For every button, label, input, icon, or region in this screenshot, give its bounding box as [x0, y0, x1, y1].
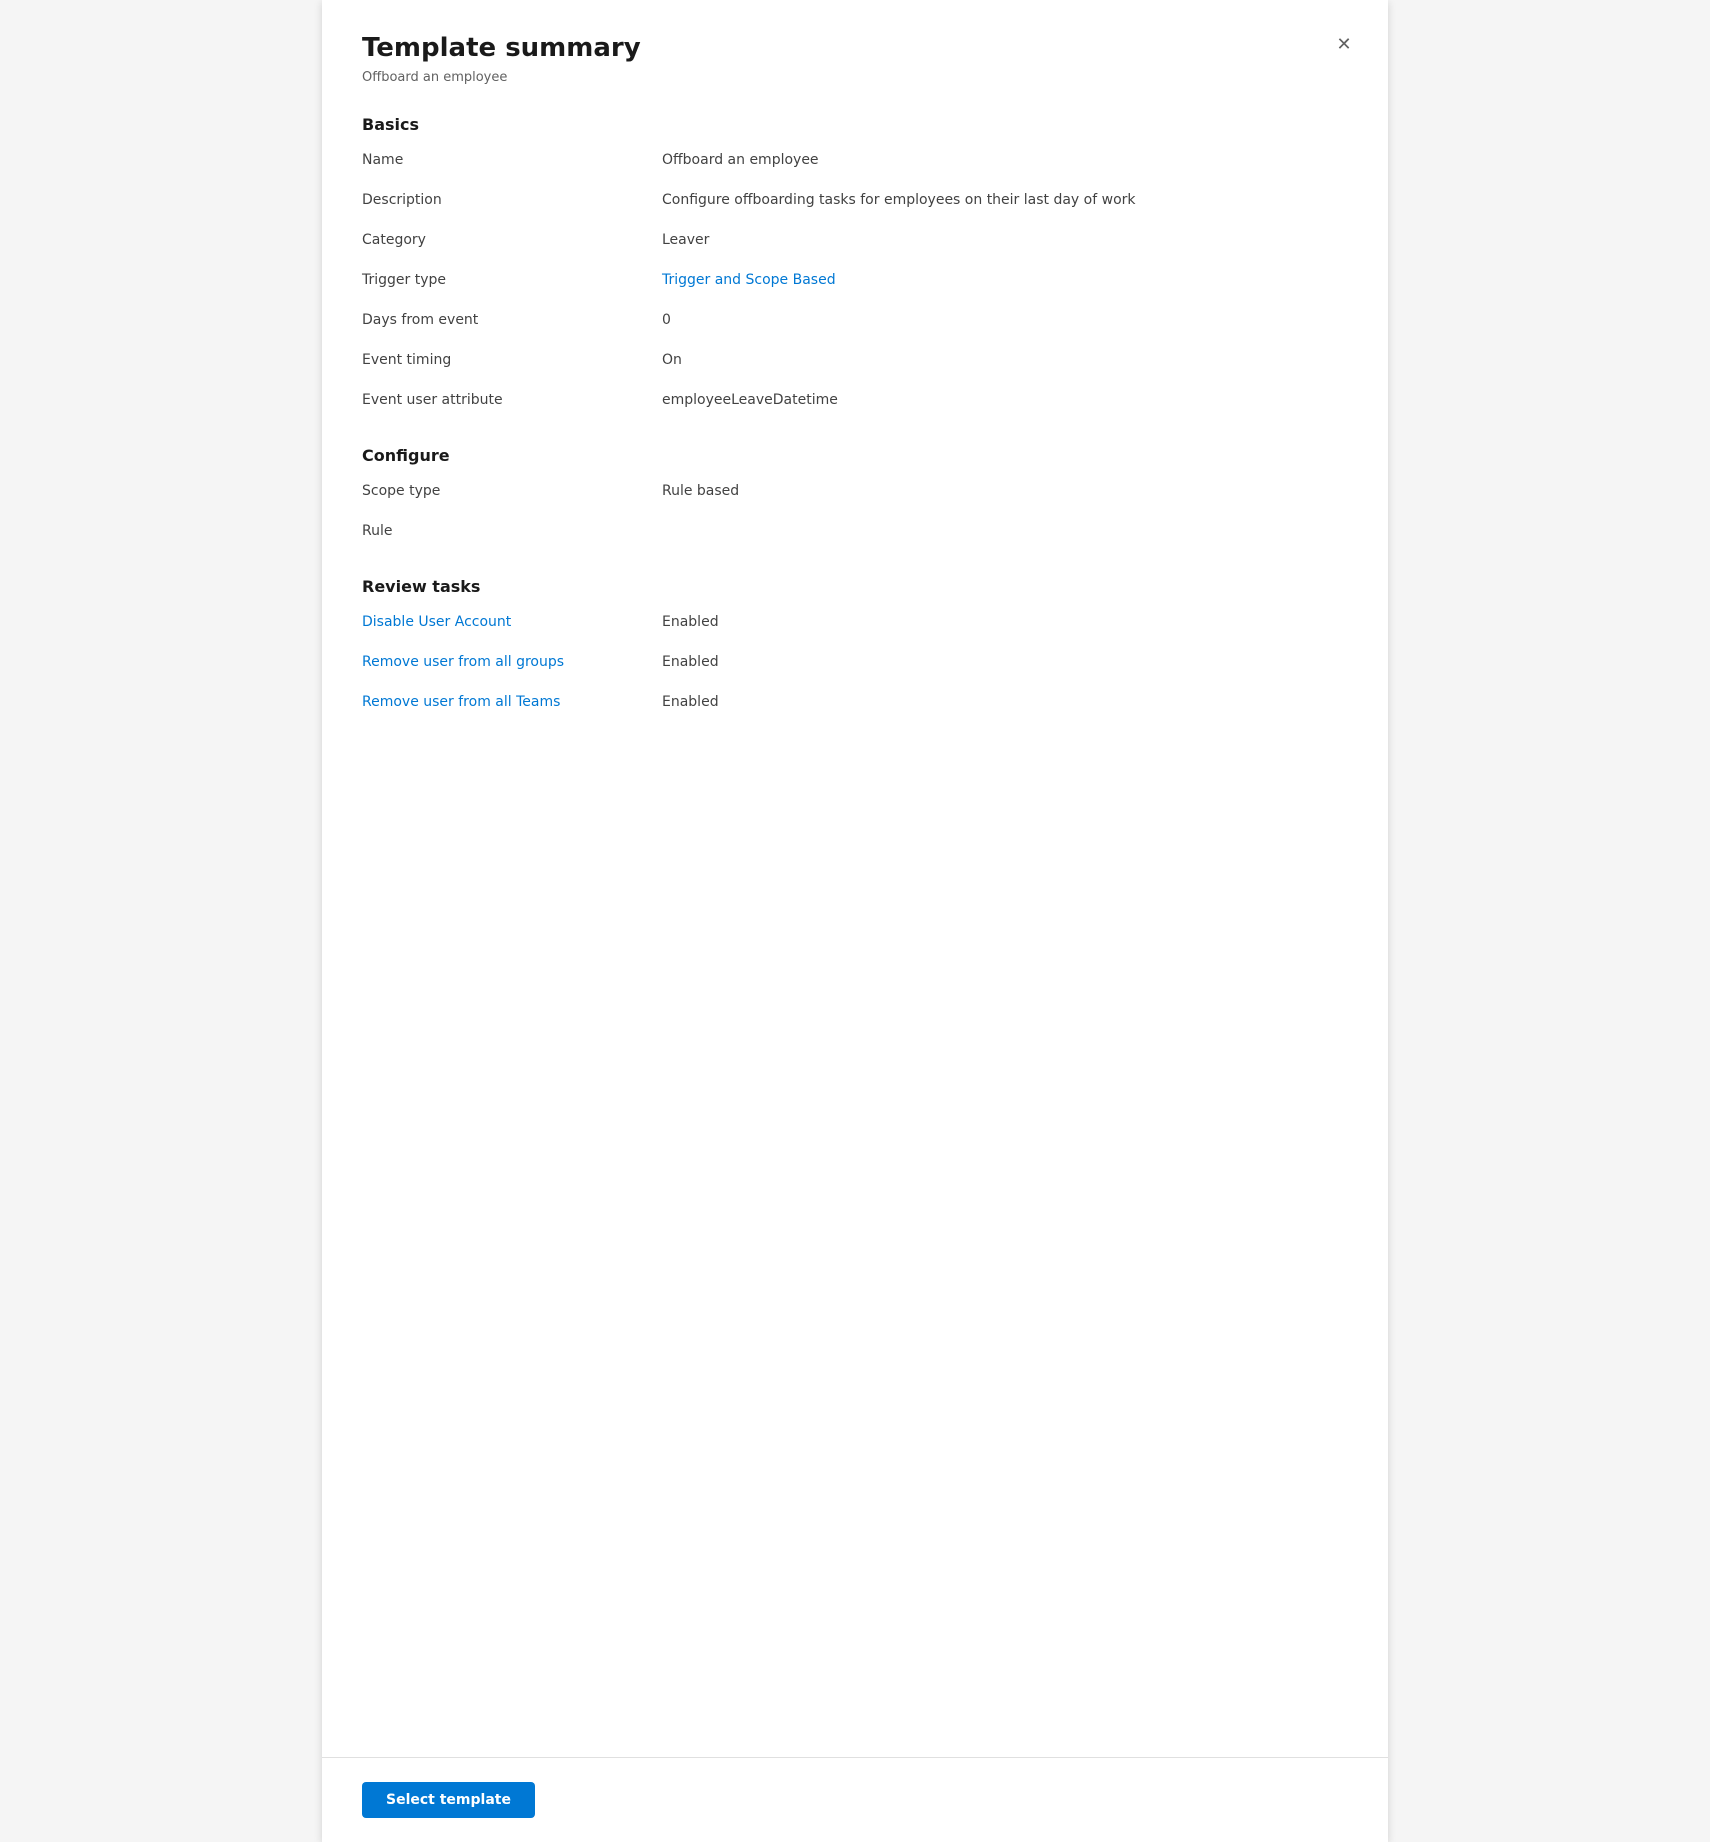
- field-value-remove-user-teams: Enabled: [662, 692, 719, 713]
- field-label-event-timing: Event timing: [362, 350, 662, 371]
- field-value-event-user-attribute: employeeLeaveDatetime: [662, 390, 838, 411]
- field-value-scope-type: Rule based: [662, 481, 739, 502]
- field-value-remove-user-groups: Enabled: [662, 652, 719, 673]
- field-label-event-user-attribute: Event user attribute: [362, 390, 662, 411]
- close-button[interactable]: ✕: [1328, 28, 1360, 60]
- field-row-event-user-attribute: Event user attribute employeeLeaveDateti…: [362, 390, 1348, 418]
- close-icon: ✕: [1336, 34, 1351, 55]
- field-label-category: Category: [362, 230, 662, 251]
- field-row-description: Description Configure offboarding tasks …: [362, 190, 1348, 218]
- field-value-event-timing: On: [662, 350, 682, 371]
- review-tasks-heading: Review tasks: [362, 577, 1348, 596]
- panel-footer: Select template: [322, 1757, 1388, 1842]
- field-value-category: Leaver: [662, 230, 709, 251]
- basics-heading: Basics: [362, 115, 1348, 134]
- field-row-category: Category Leaver: [362, 230, 1348, 258]
- field-label-name: Name: [362, 150, 662, 171]
- remove-user-groups-link[interactable]: Remove user from all groups: [362, 654, 564, 670]
- field-row-trigger-type: Trigger type Trigger and Scope Based: [362, 270, 1348, 298]
- configure-section: Configure Scope type Rule based Rule: [362, 446, 1348, 549]
- field-row-disable-user-account: Disable User Account Enabled: [362, 612, 1348, 640]
- field-row-scope-type: Scope type Rule based: [362, 481, 1348, 509]
- panel-title: Template summary: [362, 32, 1348, 66]
- field-label-remove-user-groups: Remove user from all groups: [362, 652, 662, 673]
- basics-section: Basics Name Offboard an employee Descrip…: [362, 115, 1348, 418]
- field-label-days-from-event: Days from event: [362, 310, 662, 331]
- field-value-name: Offboard an employee: [662, 150, 819, 171]
- field-label-remove-user-teams: Remove user from all Teams: [362, 692, 662, 713]
- field-row-event-timing: Event timing On: [362, 350, 1348, 378]
- field-row-name: Name Offboard an employee: [362, 150, 1348, 178]
- field-row-days-from-event: Days from event 0: [362, 310, 1348, 338]
- field-label-scope-type: Scope type: [362, 481, 662, 502]
- field-row-remove-user-teams: Remove user from all Teams Enabled: [362, 692, 1348, 720]
- panel-subtitle: Offboard an employee: [362, 70, 1348, 85]
- field-label-trigger-type: Trigger type: [362, 270, 662, 291]
- review-tasks-section: Review tasks Disable User Account Enable…: [362, 577, 1348, 720]
- disable-user-account-link[interactable]: Disable User Account: [362, 614, 511, 630]
- field-value-days-from-event: 0: [662, 310, 671, 331]
- field-label-description: Description: [362, 190, 662, 211]
- panel-content: Basics Name Offboard an employee Descrip…: [322, 105, 1388, 1757]
- field-value-disable-user-account: Enabled: [662, 612, 719, 633]
- remove-user-teams-link[interactable]: Remove user from all Teams: [362, 694, 560, 710]
- field-value-trigger-type: Trigger and Scope Based: [662, 270, 836, 291]
- field-value-description: Configure offboarding tasks for employee…: [662, 190, 1136, 211]
- select-template-button[interactable]: Select template: [362, 1782, 535, 1818]
- field-row-remove-user-groups: Remove user from all groups Enabled: [362, 652, 1348, 680]
- configure-heading: Configure: [362, 446, 1348, 465]
- field-label-disable-user-account: Disable User Account: [362, 612, 662, 633]
- field-row-rule: Rule: [362, 521, 1348, 549]
- panel-header: Template summary Offboard an employee ✕: [322, 0, 1388, 105]
- template-summary-panel: Template summary Offboard an employee ✕ …: [322, 0, 1388, 1842]
- field-label-rule: Rule: [362, 521, 662, 542]
